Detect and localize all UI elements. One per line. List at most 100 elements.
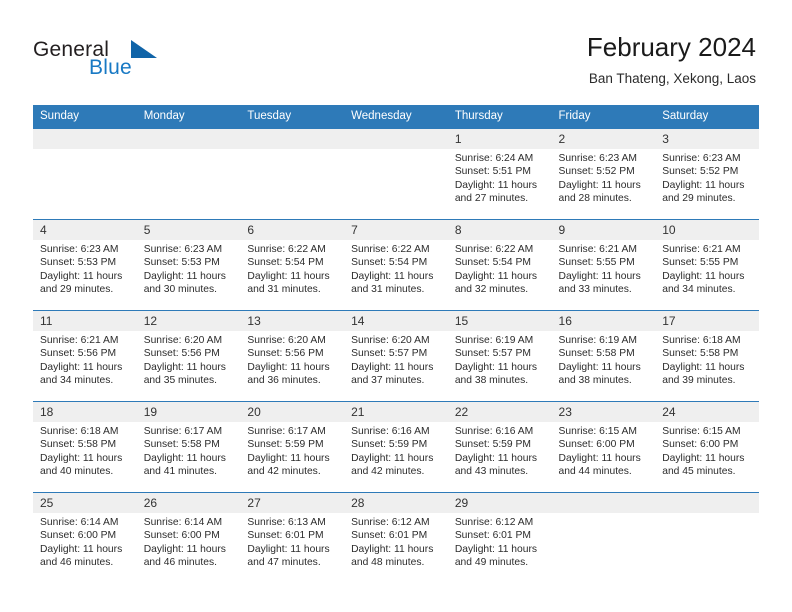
calendar-day-cell[interactable]: 17 Sunrise: 6:18 AM Sunset: 5:58 PM Dayligh…: [655, 310, 759, 402]
daylight-text-line2: and 46 minutes.: [143, 557, 217, 569]
sunrise-text: Sunrise: 6:18 AM: [40, 426, 119, 437]
day-cell-inner: 13 Sunrise: 6:20 AM Sunset: 5:56 PM Dayligh…: [240, 311, 345, 401]
day-details: [137, 149, 241, 152]
day-number: [136, 129, 241, 149]
sunrise-text: Sunrise: 6:23 AM: [662, 153, 741, 164]
day-cell-inner: 23 Sunrise: 6:15 AM Sunset: 6:00 PM Dayligh…: [551, 402, 656, 492]
calendar-day-cell[interactable]: 8 Sunrise: 6:22 AM Sunset: 5:54 PM Daylight…: [447, 219, 552, 311]
sunset-text: Sunset: 5:55 PM: [662, 257, 739, 269]
weekday-header-wednesday: Wednesday: [344, 105, 448, 129]
calendar-day-cell[interactable]: 6 Sunrise: 6:22 AM Sunset: 5:54 PM Daylight…: [240, 219, 345, 311]
daylight-text-line2: and 39 minutes.: [662, 375, 736, 387]
sunrise-text: Sunrise: 6:16 AM: [351, 426, 430, 437]
sunset-text: Sunset: 5:52 PM: [558, 166, 635, 178]
daylight-text-line1: Daylight: 11 hours: [662, 452, 745, 464]
day-details: Sunrise: 6:14 AM Sunset: 6:00 PM Daylight:…: [33, 513, 137, 570]
sunset-text: Sunset: 6:00 PM: [40, 530, 117, 542]
sunrise-text: Sunrise: 6:17 AM: [143, 426, 223, 437]
daylight-text-line1: Daylight: 11 hours: [351, 543, 434, 555]
calendar-day-cell-empty: [136, 128, 241, 220]
calendar-day-cell[interactable]: 23 Sunrise: 6:15 AM Sunset: 6:00 PM Dayligh…: [551, 401, 656, 493]
day-details: Sunrise: 6:16 AM Sunset: 5:59 PM Daylight:…: [448, 422, 552, 479]
sunset-text: Sunset: 5:51 PM: [454, 166, 531, 178]
calendar-day-cell[interactable]: 9 Sunrise: 6:21 AM Sunset: 5:55 PM Daylight…: [551, 219, 656, 311]
calendar-day-cell[interactable]: 18 Sunrise: 6:18 AM Sunset: 5:58 PM Dayligh…: [33, 401, 137, 493]
calendar-day-cell[interactable]: 1 Sunrise: 6:24 AM Sunset: 5:51 PM Daylight…: [447, 128, 552, 220]
day-cell-inner: 22 Sunrise: 6:16 AM Sunset: 5:59 PM Dayligh…: [447, 402, 552, 492]
day-details: Sunrise: 6:15 AM Sunset: 6:00 PM Daylight:…: [655, 422, 759, 479]
calendar-day-cell[interactable]: 19 Sunrise: 6:17 AM Sunset: 5:58 PM Dayligh…: [136, 401, 241, 493]
day-number: 21: [344, 402, 448, 422]
daylight-text-line1: Daylight: 11 hours: [558, 179, 641, 191]
day-cell-inner: 21 Sunrise: 6:16 AM Sunset: 5:59 PM Dayligh…: [344, 402, 448, 492]
day-number: 11: [33, 311, 137, 331]
daylight-text-line2: and 36 minutes.: [247, 375, 321, 387]
calendar-day-cell[interactable]: 4 Sunrise: 6:23 AM Sunset: 5:53 PM Daylight…: [33, 219, 137, 311]
day-cell-inner: [655, 493, 759, 583]
calendar-day-cell[interactable]: 20 Sunrise: 6:17 AM Sunset: 5:59 PM Dayligh…: [240, 401, 345, 493]
calendar-day-cell[interactable]: 25 Sunrise: 6:14 AM Sunset: 6:00 PM Dayligh…: [33, 492, 137, 583]
calendar-day-cell[interactable]: 26 Sunrise: 6:14 AM Sunset: 6:00 PM Dayligh…: [136, 492, 241, 583]
sunset-text: Sunset: 5:58 PM: [662, 348, 739, 360]
sunset-text: Sunset: 5:54 PM: [351, 257, 428, 269]
calendar-day-cell[interactable]: 15 Sunrise: 6:19 AM Sunset: 5:57 PM Dayligh…: [447, 310, 552, 402]
daylight-text-line1: Daylight: 11 hours: [454, 361, 538, 373]
sunset-text: Sunset: 5:56 PM: [143, 348, 220, 360]
sunrise-text: Sunrise: 6:14 AM: [143, 517, 223, 528]
calendar-day-cell[interactable]: 10 Sunrise: 6:21 AM Sunset: 5:55 PM Dayligh…: [655, 219, 759, 311]
calendar-day-cell[interactable]: 3 Sunrise: 6:23 AM Sunset: 5:52 PM Daylight…: [655, 128, 759, 220]
day-number: 29: [447, 493, 552, 513]
day-number: 8: [447, 220, 552, 240]
calendar-day-cell[interactable]: 14 Sunrise: 6:20 AM Sunset: 5:57 PM Dayligh…: [344, 310, 448, 402]
day-cell-inner: 28 Sunrise: 6:12 AM Sunset: 6:01 PM Dayligh…: [344, 493, 448, 583]
calendar-day-cell[interactable]: 21 Sunrise: 6:16 AM Sunset: 5:59 PM Dayligh…: [344, 401, 448, 493]
day-number: 27: [240, 493, 345, 513]
general-blue-logo[interactable]: General Blue: [33, 38, 233, 86]
page-title: February 2024: [586, 32, 756, 62]
calendar-day-cell[interactable]: 24 Sunrise: 6:15 AM Sunset: 6:00 PM Dayligh…: [655, 401, 759, 493]
day-number: 2: [551, 129, 656, 149]
calendar-day-cell[interactable]: 16 Sunrise: 6:19 AM Sunset: 5:58 PM Dayligh…: [551, 310, 656, 402]
day-number: 4: [33, 220, 137, 240]
day-number: 22: [447, 402, 552, 422]
sunrise-text: Sunrise: 6:17 AM: [247, 426, 326, 437]
calendar-day-cell[interactable]: 29 Sunrise: 6:12 AM Sunset: 6:01 PM Dayligh…: [447, 492, 552, 583]
calendar-day-cell[interactable]: 22 Sunrise: 6:16 AM Sunset: 5:59 PM Dayligh…: [447, 401, 552, 493]
calendar-day-cell[interactable]: 13 Sunrise: 6:20 AM Sunset: 5:56 PM Dayligh…: [240, 310, 345, 402]
daylight-text-line2: and 28 minutes.: [558, 193, 632, 205]
sunrise-text: Sunrise: 6:12 AM: [351, 517, 430, 528]
calendar-day-cell[interactable]: 2 Sunrise: 6:23 AM Sunset: 5:52 PM Daylight…: [551, 128, 656, 220]
daylight-text-line2: and 42 minutes.: [351, 466, 425, 478]
calendar-day-cell[interactable]: 5 Sunrise: 6:23 AM Sunset: 5:53 PM Daylight…: [136, 219, 241, 311]
sunrise-text: Sunrise: 6:23 AM: [558, 153, 637, 164]
day-details: Sunrise: 6:24 AM Sunset: 5:51 PM Daylight:…: [448, 149, 552, 206]
calendar-day-cell[interactable]: 11 Sunrise: 6:21 AM Sunset: 5:56 PM Dayligh…: [33, 310, 137, 402]
sunset-text: Sunset: 5:53 PM: [40, 257, 117, 269]
calendar-day-cell-empty: [344, 128, 448, 220]
daylight-text-line1: Daylight: 11 hours: [454, 270, 538, 282]
day-cell-inner: 6 Sunrise: 6:22 AM Sunset: 5:54 PM Daylight…: [240, 220, 345, 310]
day-details: Sunrise: 6:18 AM Sunset: 5:58 PM Daylight:…: [655, 331, 759, 388]
day-cell-inner: 2 Sunrise: 6:23 AM Sunset: 5:52 PM Daylight…: [551, 129, 656, 219]
day-number: 20: [240, 402, 345, 422]
calendar-week-row: 25 Sunrise: 6:14 AM Sunset: 6:00 PM Dayligh…: [33, 492, 759, 583]
sunrise-text: Sunrise: 6:19 AM: [558, 335, 637, 346]
triangle-logo-icon: [131, 40, 157, 58]
sunset-text: Sunset: 5:53 PM: [143, 257, 220, 269]
calendar-day-cell[interactable]: 27 Sunrise: 6:13 AM Sunset: 6:01 PM Dayligh…: [240, 492, 345, 583]
daylight-text-line1: Daylight: 11 hours: [454, 179, 538, 191]
calendar-day-cell[interactable]: 12 Sunrise: 6:20 AM Sunset: 5:56 PM Dayligh…: [136, 310, 241, 402]
day-number: 23: [551, 402, 656, 422]
day-details: Sunrise: 6:22 AM Sunset: 5:54 PM Daylight:…: [344, 240, 448, 297]
day-cell-inner: 3 Sunrise: 6:23 AM Sunset: 5:52 PM Daylight…: [655, 129, 759, 219]
sunset-text: Sunset: 5:59 PM: [454, 439, 531, 451]
day-cell-inner: [551, 493, 656, 583]
day-details: Sunrise: 6:13 AM Sunset: 6:01 PM Daylight:…: [240, 513, 344, 570]
sunset-text: Sunset: 5:54 PM: [247, 257, 324, 269]
daylight-text-line2: and 47 minutes.: [247, 557, 321, 569]
sunrise-text: Sunrise: 6:22 AM: [247, 244, 326, 255]
calendar-day-cell[interactable]: 28 Sunrise: 6:12 AM Sunset: 6:01 PM Dayligh…: [344, 492, 448, 583]
day-number: 24: [655, 402, 759, 422]
calendar-day-cell[interactable]: 7 Sunrise: 6:22 AM Sunset: 5:54 PM Daylight…: [344, 219, 448, 311]
daylight-text-line1: Daylight: 11 hours: [558, 270, 641, 282]
